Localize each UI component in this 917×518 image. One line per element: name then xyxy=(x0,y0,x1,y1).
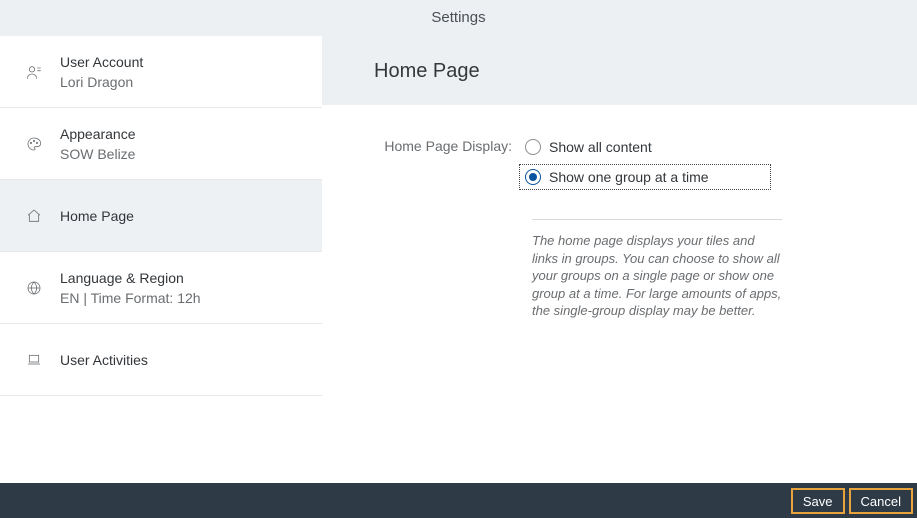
sidebar-item-sublabel: Lori Dragon xyxy=(60,74,143,90)
field-label-home-page-display: Home Page Display: xyxy=(362,135,520,154)
sidebar-item-user-account[interactable]: User Account Lori Dragon xyxy=(0,36,322,108)
sidebar-item-label: Home Page xyxy=(60,208,134,224)
settings-sidebar: User Account Lori Dragon Appearance SOW … xyxy=(0,36,322,483)
user-icon xyxy=(22,64,46,80)
sidebar-item-language-region[interactable]: Language & Region EN | Time Format: 12h xyxy=(0,252,322,324)
radio-icon xyxy=(525,139,541,155)
help-text: The home page displays your tiles and li… xyxy=(532,232,782,320)
dialog-footer: Save Cancel xyxy=(0,483,917,518)
sidebar-item-appearance[interactable]: Appearance SOW Belize xyxy=(0,108,322,180)
palette-icon xyxy=(22,136,46,152)
sidebar-item-home-page[interactable]: Home Page xyxy=(0,180,322,252)
laptop-icon xyxy=(22,352,46,368)
page-title: Home Page xyxy=(322,36,917,105)
radio-label: Show all content xyxy=(549,139,652,155)
dialog-title: Settings xyxy=(0,0,917,36)
save-button[interactable]: Save xyxy=(791,488,845,514)
cancel-button[interactable]: Cancel xyxy=(849,488,913,514)
sidebar-item-user-activities[interactable]: User Activities xyxy=(0,324,322,396)
radio-show-all-content[interactable]: Show all content xyxy=(520,135,770,159)
radio-icon xyxy=(525,169,541,185)
sidebar-item-sublabel: EN | Time Format: 12h xyxy=(60,290,201,306)
radio-show-one-group[interactable]: Show one group at a time xyxy=(520,165,770,189)
sidebar-item-sublabel: SOW Belize xyxy=(60,146,136,162)
globe-icon xyxy=(22,280,46,296)
divider xyxy=(532,219,782,220)
home-icon xyxy=(22,208,46,224)
radio-label: Show one group at a time xyxy=(549,169,709,185)
sidebar-item-label: Appearance xyxy=(60,126,136,142)
sidebar-item-label: User Account xyxy=(60,54,143,70)
sidebar-item-label: Language & Region xyxy=(60,270,201,286)
sidebar-item-label: User Activities xyxy=(60,352,148,368)
